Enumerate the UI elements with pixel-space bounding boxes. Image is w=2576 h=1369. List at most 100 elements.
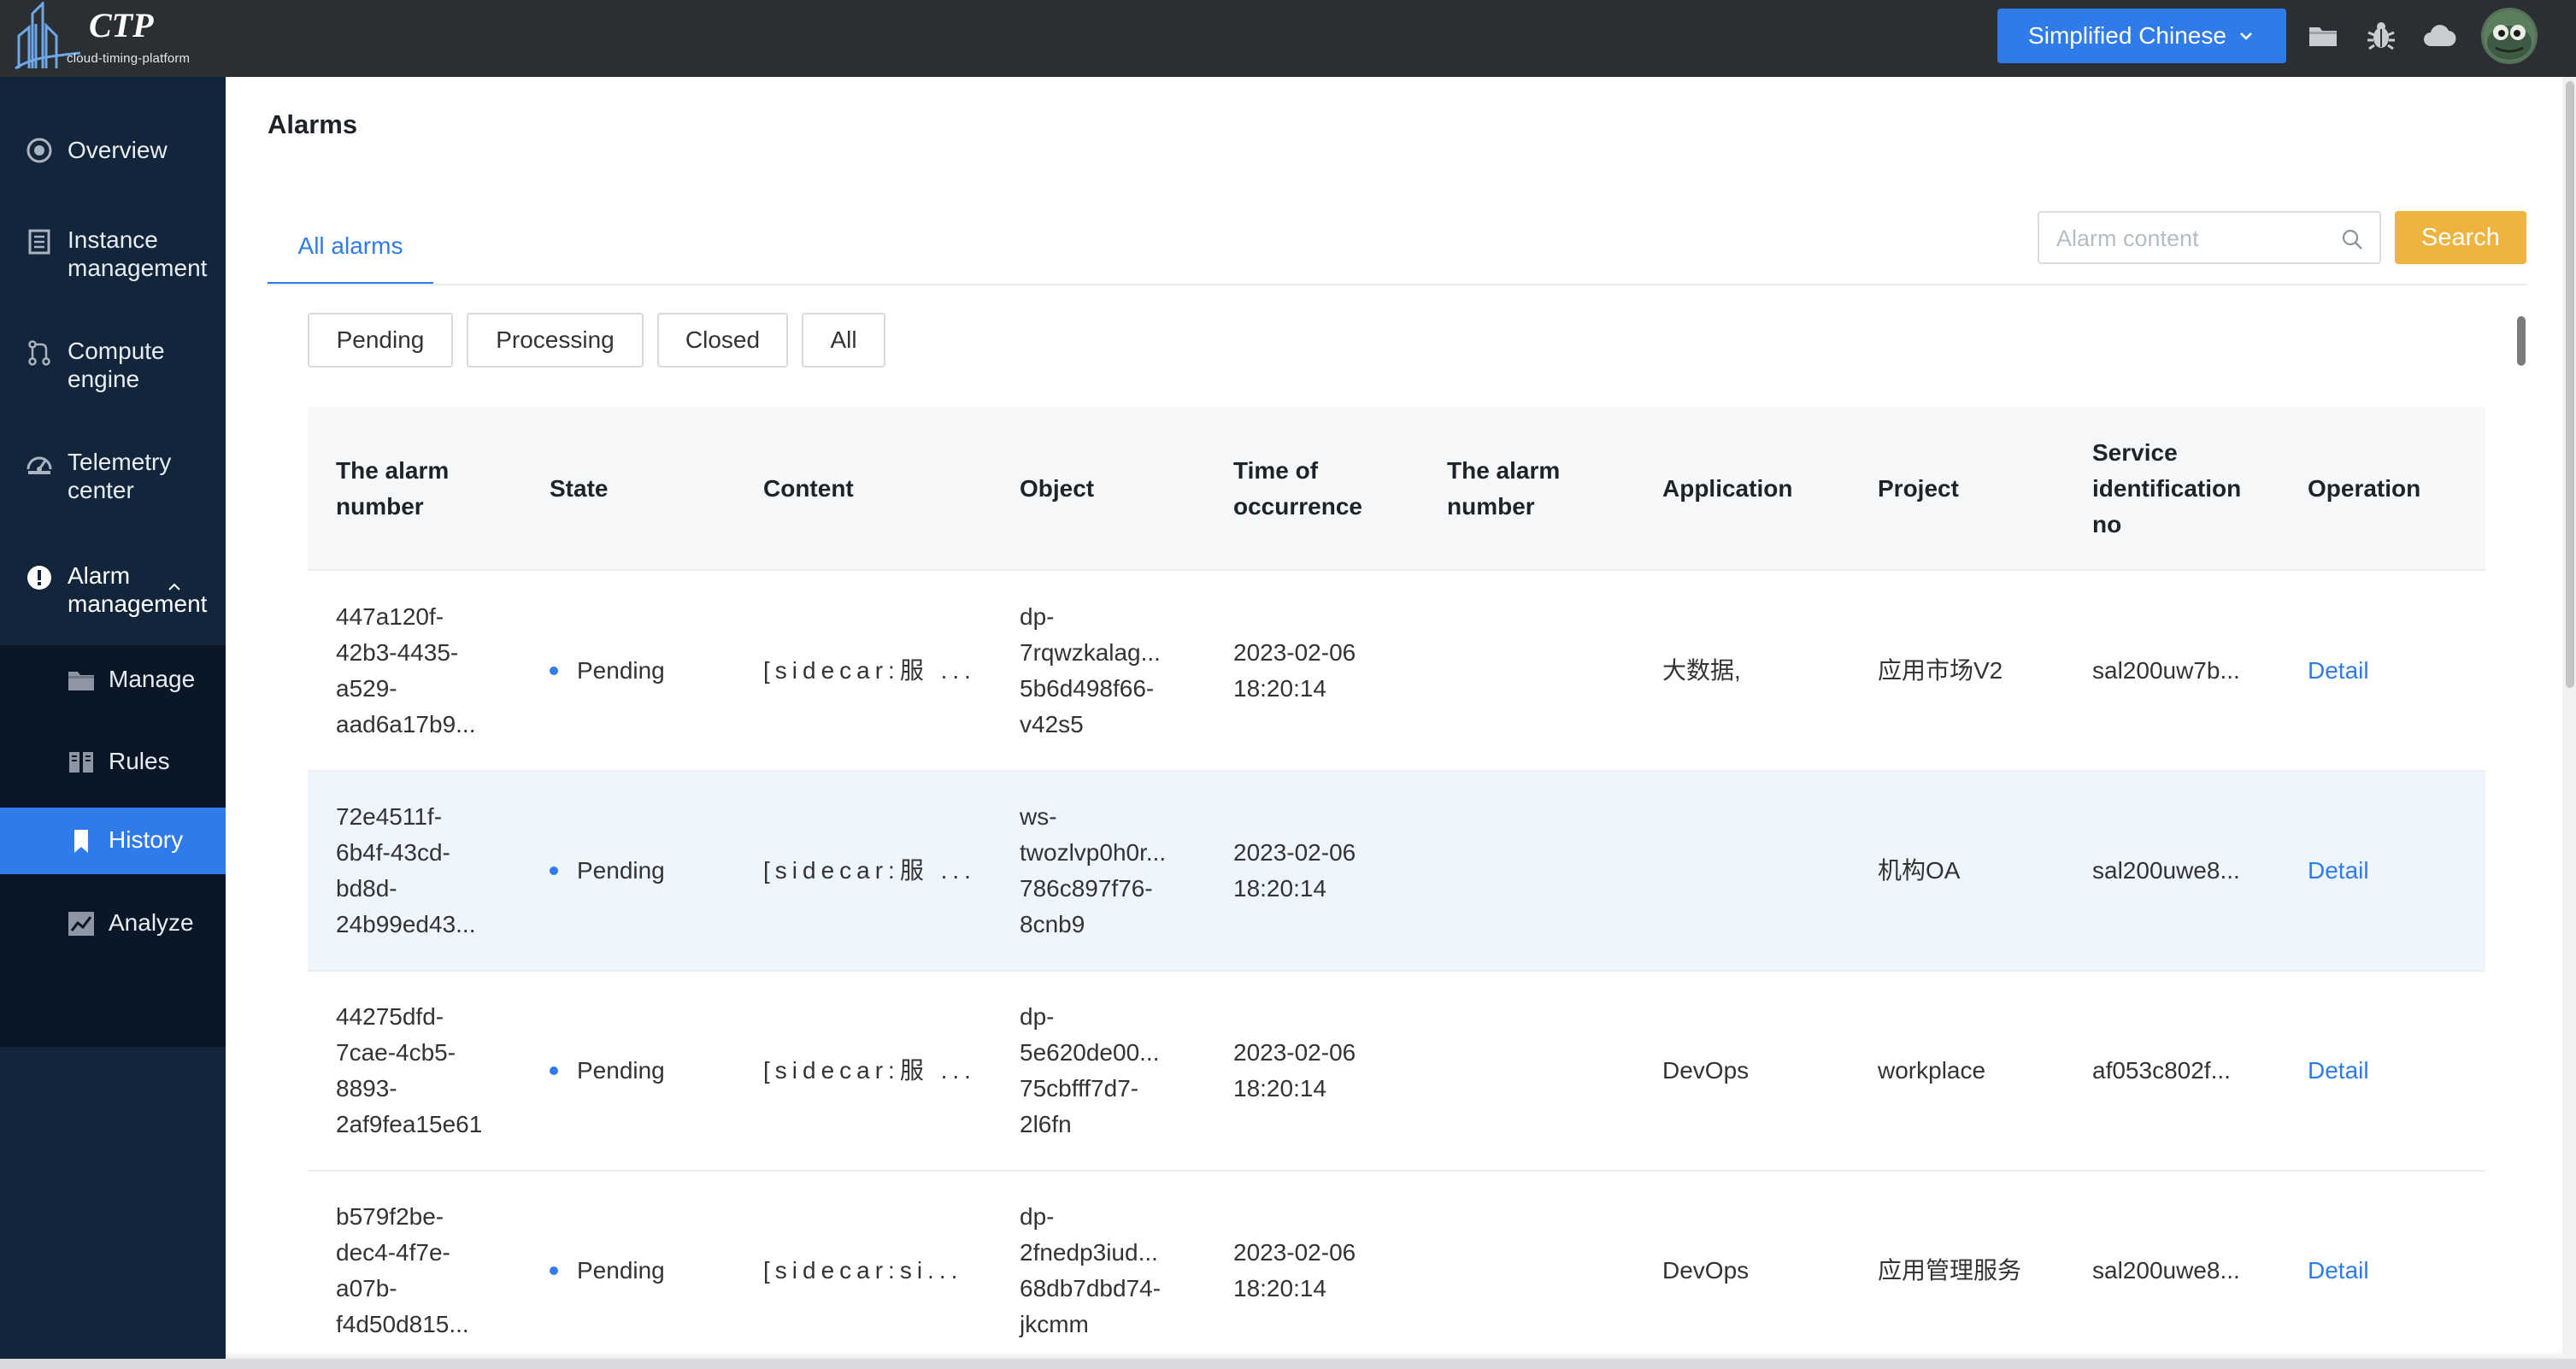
detail-link[interactable]: Detail	[2308, 653, 2369, 689]
column-header-project: Project	[1878, 475, 1959, 502]
sidebar-subitem-label: Manage	[109, 666, 196, 692]
table-row[interactable]: b579f2be-dec4-4f7e-a07b-f4d50d815... Pen…	[308, 1172, 2485, 1369]
table-row[interactable]: 447a120f- 42b3-4435- a529- aad6a17b9... Pen…	[308, 572, 2485, 772]
time-cell: 2023-02-06 18:20:14	[1233, 1239, 1356, 1301]
sidebar-subitem-manage[interactable]: Manage	[0, 647, 226, 714]
language-select-label: Simplified Chinese	[2028, 22, 2226, 49]
search-button[interactable]: Search	[2395, 211, 2526, 264]
sidebar-item-compute-engine[interactable]: Compute engine	[0, 337, 226, 397]
content-cell: [sidecar:si...	[763, 1257, 963, 1284]
tab-all-alarms[interactable]: All alarms	[268, 232, 433, 285]
object-cell: dp- 2fnedp3iud... 68db7dbd74- jkcmm	[1020, 1203, 1162, 1337]
avatar-face-icon	[2484, 10, 2535, 62]
time-cell: 2023-02-06 18:20:14	[1233, 639, 1356, 702]
service-no-cell: af053c802f...	[2092, 1057, 2231, 1084]
time-cell: 2023-02-06 18:20:14	[1233, 839, 1356, 902]
sidebar-item-alarm-management[interactable]: Alarm management	[0, 561, 226, 621]
column-header-application: Application	[1662, 475, 1793, 502]
folder-icon	[68, 672, 94, 690]
search-input[interactable]	[2056, 221, 2338, 256]
table-scrollbar-thumb[interactable]	[2517, 316, 2526, 366]
filter-all-button[interactable]: All	[802, 313, 885, 367]
time-cell: 2023-02-06 18:20:14	[1233, 1039, 1356, 1102]
sidebar-item-label: Instance management	[68, 226, 208, 281]
avatar[interactable]	[2481, 8, 2538, 64]
page-scrollbar-thumb[interactable]	[2566, 81, 2574, 688]
search-field[interactable]	[2038, 211, 2381, 264]
filter-label: Pending	[336, 326, 425, 353]
bottom-edge	[0, 1359, 2576, 1369]
status-dot	[550, 667, 558, 675]
sidebar-item-label: Compute engine	[68, 338, 165, 392]
status-dot	[550, 867, 558, 875]
alarm-submenu: Manage Rules History Analyze	[0, 645, 226, 1047]
filter-label: All	[830, 326, 857, 353]
sidebar-subitem-label: Rules	[109, 748, 170, 774]
sidebar-item-label: Telemetry center	[68, 449, 172, 503]
object-cell: ws-twozlvp0h0r... 786c897f76- 8cnb9	[1020, 803, 1167, 937]
telemetry-icon	[26, 456, 52, 474]
sidebar-item-instance-management[interactable]: Instance management	[0, 226, 226, 285]
service-no-cell: sal200uwe8...	[2092, 857, 2240, 884]
logo[interactable]: CTP cloud-timing-platform	[14, 2, 193, 70]
filter-closed-button[interactable]: Closed	[657, 313, 788, 367]
chevron-up-icon[interactable]	[167, 580, 182, 592]
table-header: The alarm number State Content Object Ti…	[308, 407, 2485, 571]
sidebar-item-label: Overview	[68, 137, 168, 163]
content-cell: [sidecar:服 ...	[763, 657, 976, 684]
alarm-number-2-cell	[1447, 772, 1618, 970]
top-bar: CTP cloud-timing-platform Simplified Chi…	[0, 0, 2576, 77]
alarm-number-cell: 44275dfd- 7cae-4cb5- 8893- 2af9fea15e61	[336, 1003, 483, 1137]
column-header-state: State	[550, 475, 609, 502]
filter-pending-button[interactable]: Pending	[308, 313, 453, 367]
state-cell: Pending	[550, 972, 738, 1170]
sidebar-subitem-analyze[interactable]: Analyze	[0, 890, 226, 957]
filter-label: Processing	[496, 326, 615, 353]
project-cell: 应用市场V2	[1878, 657, 2003, 684]
detail-link[interactable]: Detail	[2308, 1253, 2369, 1289]
service-no-cell: sal200uw7b...	[2092, 657, 2240, 684]
state-cell: Pending	[550, 1172, 738, 1369]
bug-icon[interactable]	[2364, 19, 2398, 53]
content-cell: [sidecar:服 ...	[763, 857, 976, 884]
sidebar-item-telemetry-center[interactable]: Telemetry center	[0, 448, 226, 508]
search-button-label: Search	[2421, 223, 2500, 251]
filter-processing-button[interactable]: Processing	[467, 313, 644, 367]
table-row[interactable]: 72e4511f- 6b4f-43cd-bd8d- 24b99ed43... Pen…	[308, 772, 2485, 972]
bookmark-icon	[74, 830, 88, 853]
book-icon	[69, 752, 93, 773]
chart-icon	[68, 912, 94, 936]
search-icon[interactable]	[2340, 227, 2364, 251]
tab-divider	[268, 284, 2527, 285]
alarm-number-cell: 72e4511f- 6b4f-43cd-bd8d- 24b99ed43...	[336, 803, 476, 937]
service-no-cell: sal200uwe8...	[2092, 1257, 2240, 1284]
table-row[interactable]: 44275dfd- 7cae-4cb5- 8893- 2af9fea15e61 Pen…	[308, 972, 2485, 1172]
cloud-icon[interactable]	[2422, 19, 2456, 53]
status-dot	[550, 1066, 558, 1075]
detail-link[interactable]: Detail	[2308, 1053, 2369, 1089]
alarm-number-2-cell	[1447, 1172, 1618, 1369]
column-header-alarm-number-2: The alarm number	[1447, 457, 1561, 520]
sidebar-subitem-label: Analyze	[109, 909, 194, 936]
brand-subtitle: cloud-timing-platform	[67, 51, 191, 66]
column-header-alarm-number: The alarm number	[336, 457, 450, 520]
object-cell: dp- 7rqwzkalag... 5b6d498f66- v42s5	[1020, 603, 1161, 737]
alarm-number-cell: b579f2be-dec4-4f7e-a07b-f4d50d815...	[336, 1203, 469, 1337]
status-dot	[550, 1266, 558, 1275]
alarm-icon	[27, 566, 51, 590]
sidebar-item-overview[interactable]: Overview	[0, 136, 226, 170]
project-cell: 应用管理服务	[1878, 1257, 2022, 1284]
sidebar-subitem-rules[interactable]: Rules	[0, 729, 226, 796]
compute-icon	[28, 340, 50, 366]
folder-icon[interactable]	[2306, 19, 2340, 53]
detail-link[interactable]: Detail	[2308, 853, 2369, 889]
column-header-service-no: Service identification no	[2092, 439, 2242, 538]
sidebar-subitem-history[interactable]: History	[0, 808, 226, 874]
alarm-number-cell: 447a120f- 42b3-4435- a529- aad6a17b9...	[336, 603, 476, 737]
application-cell: 大数据,	[1662, 657, 1741, 684]
language-select[interactable]: Simplified Chinese	[1997, 9, 2286, 63]
instance-icon	[28, 229, 50, 255]
brand-title: CTP	[89, 6, 154, 44]
page-title: Alarms	[268, 109, 358, 139]
content-cell: [sidecar:服 ...	[763, 1057, 976, 1084]
